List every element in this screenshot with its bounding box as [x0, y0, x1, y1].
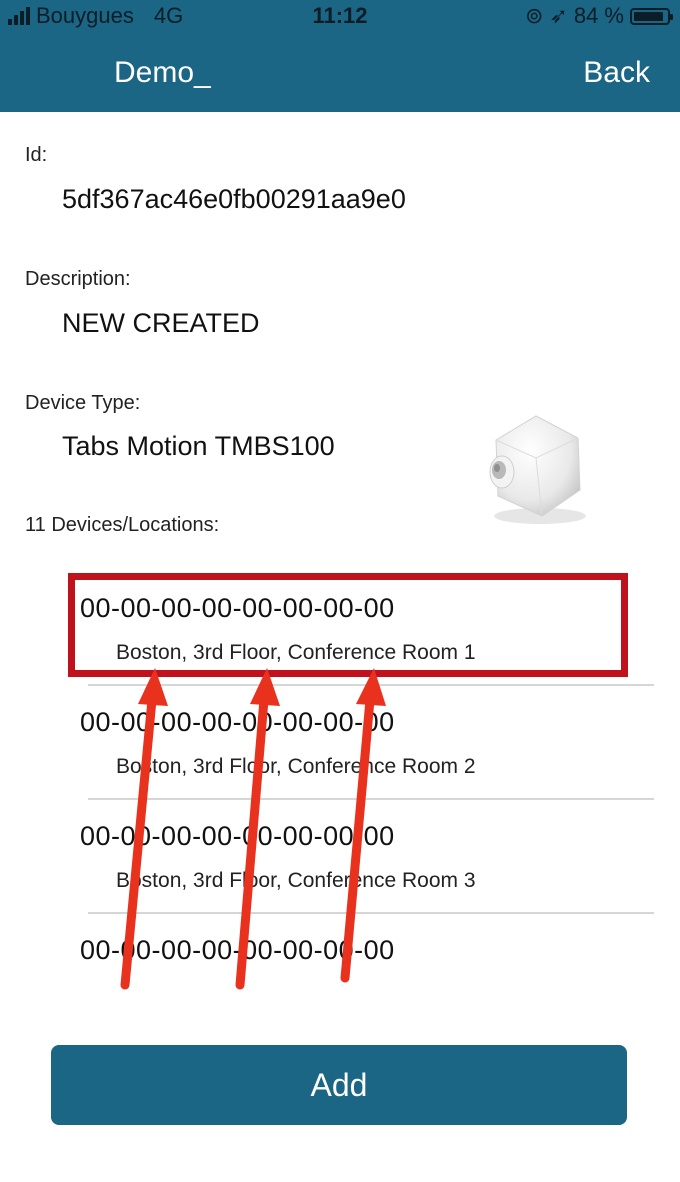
motion-sensor-image — [489, 415, 586, 524]
devices-header: 11 Devices/Locations: — [25, 514, 220, 536]
device-location: Boston, 3rd Floor, Conference Room 3 — [116, 869, 476, 892]
highlight-box — [68, 573, 628, 677]
row-divider — [88, 912, 654, 914]
device-type-label: Device Type: — [25, 392, 141, 414]
device-type-value: Tabs Motion TMBS100 — [62, 431, 335, 461]
device-location: Boston, 3rd Floor, Conference Room 2 — [116, 755, 476, 778]
id-label: Id: — [25, 144, 48, 166]
id-value: 5df367ac46e0fb00291aa9e0 — [62, 184, 406, 214]
description-value: NEW CREATED — [62, 308, 260, 338]
row-divider — [88, 684, 654, 686]
top-bar: Bouygues 4G 11:12 ⊚ ➶ 84 % Demo_ Back — [0, 0, 680, 112]
battery-icon — [630, 7, 673, 25]
device-row-2[interactable]: 00-00-00-00-00-00-00-00 Boston, 3rd Floo… — [70, 687, 660, 801]
status-right: ⊚ ➶ 84 % — [524, 3, 673, 29]
nav-title: Demo_ — [114, 56, 211, 89]
lock-rotation-icon: ⊚ — [524, 3, 544, 28]
device-mac: 00-00-00-00-00-00-00-00 — [80, 935, 395, 965]
device-mac: 00-00-00-00-00-00-00-00 — [80, 821, 395, 851]
device-row-3[interactable]: 00-00-00-00-00-00-00-00 Boston, 3rd Floo… — [70, 801, 660, 915]
device-mac: 00-00-00-00-00-00-00-00 — [80, 707, 395, 737]
back-button[interactable]: Back — [583, 56, 650, 90]
device-row-4[interactable]: 00-00-00-00-00-00-00-00 — [70, 915, 660, 1029]
battery-percent: 84 % — [573, 3, 624, 28]
row-divider — [88, 798, 654, 800]
description-label: Description: — [25, 268, 131, 290]
location-icon: ➶ — [549, 3, 568, 28]
add-button[interactable]: Add — [51, 1045, 627, 1125]
status-bar: Bouygues 4G 11:12 ⊚ ➶ 84 % — [0, 0, 680, 34]
